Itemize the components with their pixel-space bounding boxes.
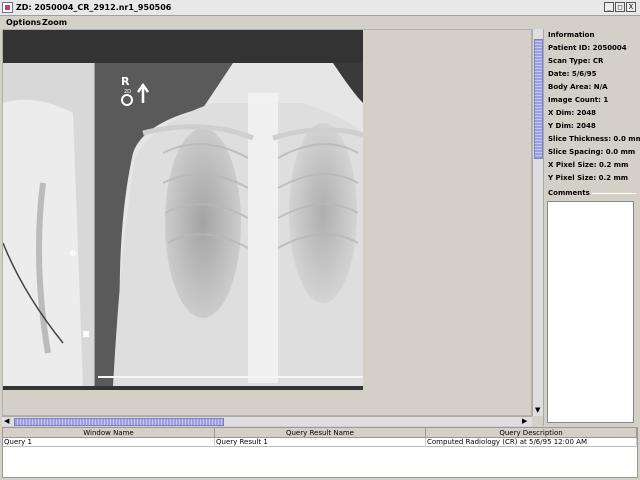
info-line: Y Pixel Size: 0.2 mm: [548, 174, 629, 182]
col-header-query-description[interactable]: Query Description: [426, 428, 637, 438]
info-line: Date: 5/6/95: [548, 70, 597, 78]
menu-options[interactable]: Options: [6, 18, 41, 27]
window-title: ZD: 2050004_CR_2912.nr1_950506: [16, 3, 172, 12]
info-panel: Information Patient ID: 2050004 Scan Type…: [543, 29, 640, 426]
info-line: X Dim: 2048: [548, 109, 597, 117]
cell-query-result-name[interactable]: Query Result 1: [215, 438, 426, 447]
xray-image: R 2D: [3, 63, 363, 386]
info-line: Image Count: 1: [548, 96, 609, 104]
info-line: Slice Thickness: 0.0 mm: [548, 135, 640, 143]
app-window: ZD: 2050004_CR_2912.nr1_950506 _ □ X Opt…: [0, 0, 640, 480]
image-viewport[interactable]: R 2D: [2, 29, 532, 416]
menu-zoom[interactable]: Zoom: [42, 18, 67, 27]
title-bar[interactable]: ZD: 2050004_CR_2912.nr1_950506 _ □ X: [0, 0, 640, 16]
scroll-right-arrow-icon[interactable]: ▶: [522, 417, 527, 425]
maximize-button[interactable]: □: [615, 2, 625, 12]
vertical-scroll-thumb[interactable]: [534, 39, 543, 159]
scroll-left-arrow-icon[interactable]: ◀: [4, 417, 9, 425]
scroll-down-arrow-icon[interactable]: ▼: [535, 406, 540, 414]
info-line: Slice Spacing: 0.0 mm: [548, 148, 636, 156]
info-line: Patient ID: 2050004: [548, 44, 627, 52]
minimize-button[interactable]: _: [604, 2, 614, 12]
image-frame: R 2D: [3, 30, 363, 390]
menu-bar: Options Zoom: [0, 16, 640, 29]
info-header: Information: [548, 31, 595, 39]
close-button[interactable]: X: [626, 2, 636, 12]
vertical-scrollbar[interactable]: ▼: [532, 29, 543, 416]
info-line: Y Dim: 2048: [548, 122, 596, 130]
comments-textarea[interactable]: [547, 201, 634, 423]
side-marker: R: [121, 75, 130, 88]
cell-window-name[interactable]: Query 1: [3, 438, 215, 447]
col-header-query-result-name[interactable]: Query Result Name: [215, 428, 426, 438]
horizontal-scrollbar[interactable]: ◀ ▶: [2, 416, 532, 426]
query-table: Window Name Query Result Name Query Desc…: [2, 427, 638, 478]
info-line: X Pixel Size: 0.2 mm: [548, 161, 629, 169]
info-line: Body Area: N/A: [548, 83, 608, 91]
cell-query-description[interactable]: Computed Radiology (CR) at 5/6/95 12:00 …: [426, 438, 637, 447]
comments-divider: [592, 193, 636, 194]
comments-label: Comments: [548, 189, 590, 197]
horizontal-scroll-thumb[interactable]: [14, 418, 224, 426]
info-line: Scan Type: CR: [548, 57, 604, 65]
col-header-window-name[interactable]: Window Name: [3, 428, 215, 438]
app-icon: [2, 2, 13, 13]
